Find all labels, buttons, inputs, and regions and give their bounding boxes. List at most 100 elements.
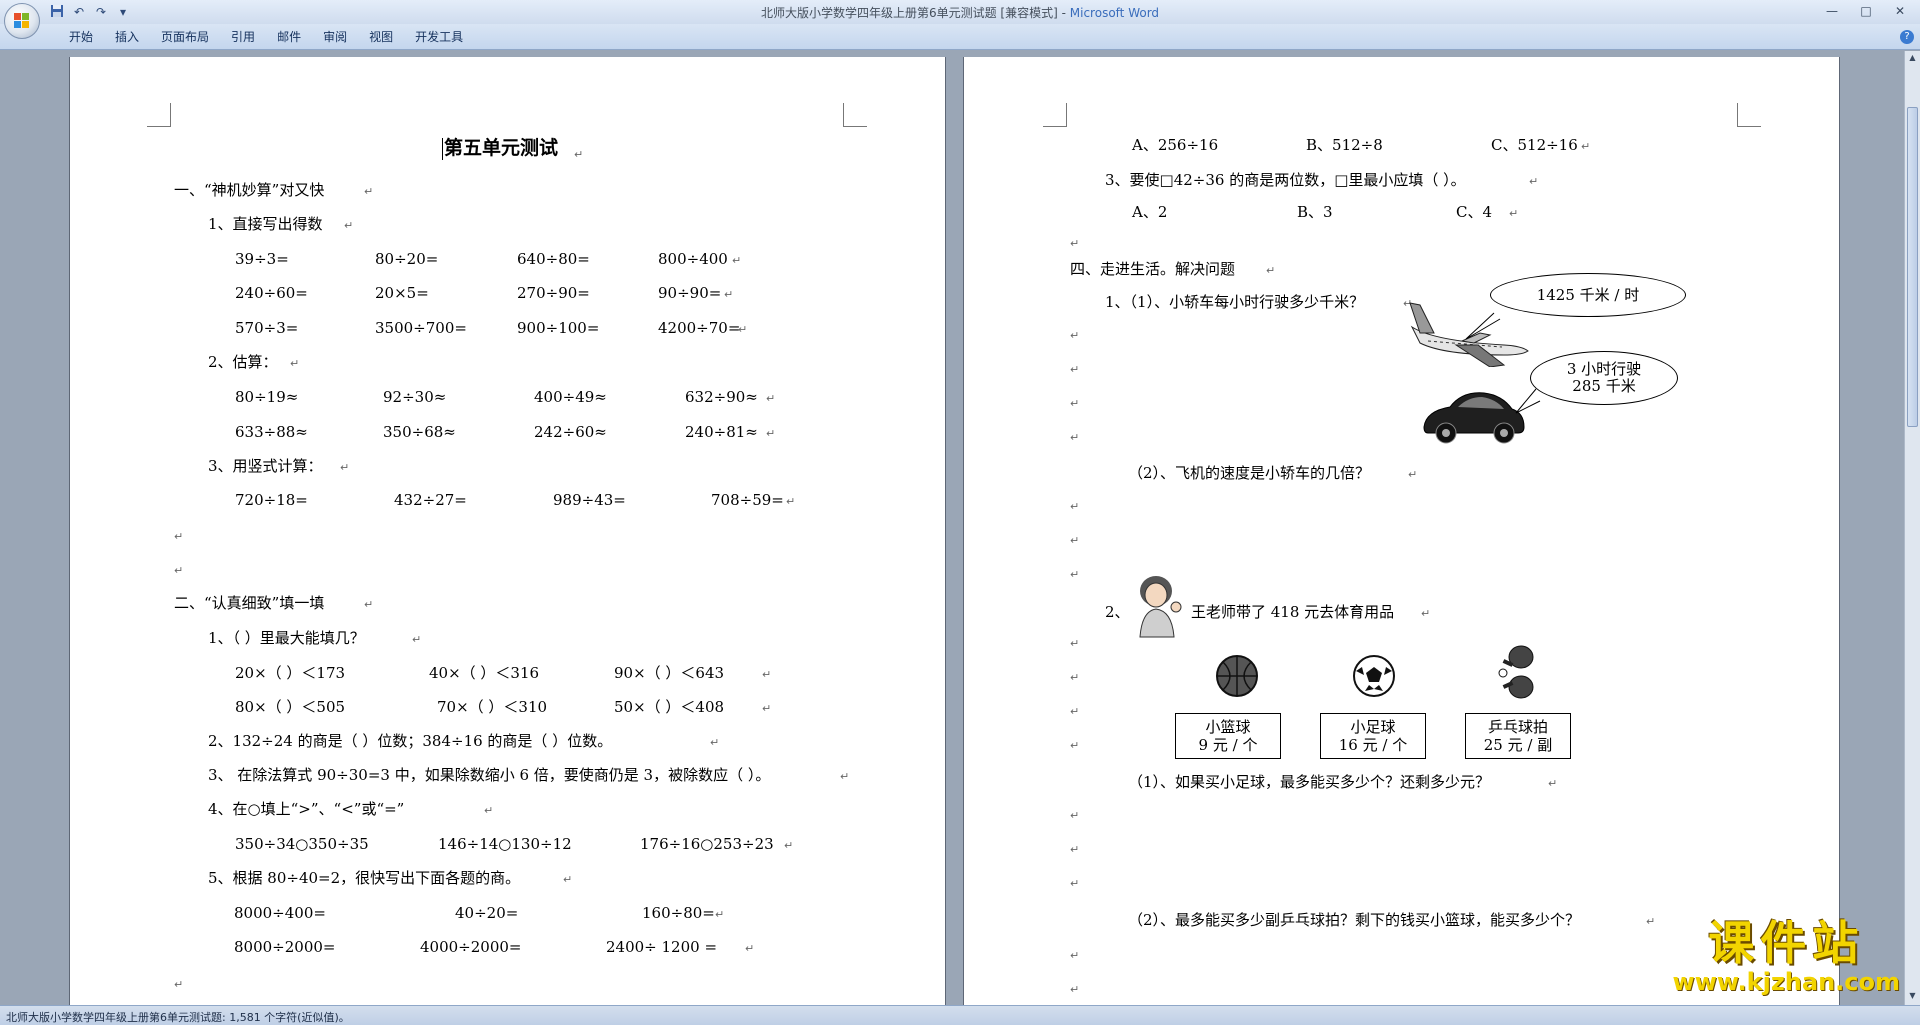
scroll-down-icon[interactable]: ▼ (1907, 991, 1918, 1003)
paragraph-mark: ↵ (1421, 607, 1431, 620)
q1-item: 900÷100= (517, 319, 600, 337)
s2q5-item: 40÷20= (455, 904, 519, 922)
watermark-url: www.kjzhan.com (1672, 968, 1900, 996)
s2q4-item: 176÷16○253÷23 (640, 835, 774, 853)
price-box: 乒乓球拍 25 元 / 副 (1465, 713, 1571, 759)
paragraph-mark: ↵ (784, 839, 794, 852)
title-bar: ↶ ↷ ▾ 北师大版小学数学四年级上册第6单元测试题 [兼容模式] - Micr… (0, 0, 1920, 24)
paragraph-mark: ↵ (1070, 329, 1080, 342)
s2q4-item: 146÷14○130÷12 (438, 835, 572, 853)
paragraph-mark: ↵ (710, 736, 720, 749)
s2q4-item: 350÷34○350÷35 (235, 835, 369, 853)
paragraph-mark: ↵ (412, 633, 422, 646)
tab-page-layout[interactable]: 页面布局 (150, 29, 220, 45)
q2-item: 92÷30≈ (383, 388, 447, 406)
window-title: 北师大版小学数学四年级上册第6单元测试题 [兼容模式] - Microsoft … (760, 6, 1160, 20)
paragraph-mark: ↵ (840, 770, 850, 783)
paragraph-mark: ↵ (563, 873, 573, 886)
basketball-icon (1216, 655, 1258, 697)
q3-item: 708÷59= (711, 491, 784, 509)
car-info-line-2: 285 千米 (1572, 377, 1636, 395)
problem-2-text: 王老师带了 418 元去体育用品 (1191, 603, 1395, 621)
status-bar: 北师大版小学数学四年级上册第6单元测试题: 1,581 个字符(近似值)。 (0, 1005, 1920, 1025)
q3-item: 989÷43= (553, 491, 626, 509)
paragraph-mark: ↵ (1070, 500, 1080, 513)
speech-bubble-car: 3 小时行驶 285 千米 (1530, 351, 1678, 405)
paragraph-mark: ↵ (1070, 363, 1080, 376)
close-icon[interactable]: ✕ (1888, 2, 1912, 20)
teacher-image (1139, 576, 1182, 638)
paragraph-mark: ↵ (340, 461, 350, 474)
page-right[interactable]: A、256÷16 B、512÷8 C、512÷16 ↵ 3、要使□42÷36 的… (963, 57, 1840, 1005)
tab-view[interactable]: 视图 (358, 29, 404, 45)
tab-developer[interactable]: 开发工具 (404, 29, 474, 45)
help-icon[interactable]: ? (1900, 30, 1914, 44)
paragraph-mark: ↵ (1548, 777, 1558, 790)
q3-item: 720÷18= (235, 491, 308, 509)
option-item: A、256÷16 (1132, 136, 1219, 154)
paragraph-mark: ↵ (1070, 809, 1080, 822)
crop-mark (843, 103, 867, 127)
scrollbar-thumb[interactable] (1907, 107, 1918, 427)
ribbon-tab-bar: 开始 插入 页面布局 引用 邮件 审阅 视图 开发工具 ? (0, 24, 1920, 50)
s2q4-text: 4、在○填上“>”、“<”或“=” (208, 800, 405, 818)
s2q5-item: 4000÷2000= (420, 938, 522, 956)
tab-review[interactable]: 审阅 (312, 29, 358, 45)
q2-item: 80÷19≈ (235, 388, 299, 406)
q1-item: 90÷90= (658, 284, 722, 302)
paragraph-mark: ↵ (715, 908, 725, 921)
tab-home[interactable]: 开始 (58, 29, 104, 45)
plane-speed-text: 1425 千米 / 时 (1536, 286, 1640, 304)
window-controls: — □ ✕ (1820, 2, 1912, 20)
paragraph-mark: ↵ (1070, 843, 1080, 856)
car-info-line-1: 3 小时行驶 (1566, 360, 1642, 378)
s2q5-text: 5、根据 80÷40=2，很快写出下面各题的商。 (208, 869, 521, 887)
item-price: 25 元 / 副 (1483, 736, 1553, 754)
price-box: 小篮球 9 元 / 个 (1175, 713, 1281, 759)
section-1-heading: 一、“神机妙算”对又快 (174, 181, 325, 199)
paragraph-mark: ↵ (1070, 397, 1080, 410)
scroll-up-icon[interactable]: ▲ (1907, 53, 1918, 65)
paragraph-mark: ↵ (1070, 568, 1080, 581)
crop-mark (147, 103, 171, 127)
q2-item: 350÷68≈ (383, 423, 456, 441)
vertical-scrollbar[interactable]: ▲ ▼ (1904, 51, 1920, 1005)
s2q1-label: 1、（ ）里最大能填几？ (208, 629, 365, 647)
tab-insert[interactable]: 插入 (104, 29, 150, 45)
problem-2b: （2）、最多能买多少副乒乓球拍？剩下的钱买小篮球，能买多少个？ (1128, 911, 1581, 929)
paragraph-mark: ↵ (174, 978, 184, 991)
q1-item: 39÷3= (235, 250, 289, 268)
paragraph-mark: ↵ (1266, 264, 1276, 277)
paragraph-mark: ↵ (1070, 705, 1080, 718)
paragraph-mark: ↵ (1070, 949, 1080, 962)
tab-mailings[interactable]: 邮件 (266, 29, 312, 45)
paragraph-mark: ↵ (1070, 637, 1080, 650)
document-workspace[interactable]: 第五单元测试 ↵ 一、“神机妙算”对又快 ↵ 1、直接写出得数 ↵ 39÷3= … (0, 51, 1904, 1005)
paragraph-mark: ↵ (745, 942, 755, 955)
problem-1b: （2）、飞机的速度是小轿车的几倍？ (1128, 464, 1371, 482)
paragraph-mark: ↵ (174, 530, 184, 543)
paragraph-mark: ↵ (766, 427, 776, 440)
s2q1-item: 40×（ ）＜316 (429, 664, 540, 682)
s2q1-item: 70×（ ）＜310 (437, 698, 548, 716)
item-name: 小篮球 (1205, 718, 1251, 736)
q1-item: 4200÷70= (658, 319, 741, 337)
paragraph-mark: ↵ (574, 148, 584, 161)
tab-references[interactable]: 引用 (220, 29, 266, 45)
s2q5-item: 2400÷ 1200 = (606, 938, 718, 956)
q1-item: 240÷60= (235, 284, 308, 302)
s2q5-item: 8000÷2000= (234, 938, 336, 956)
paragraph-mark: ↵ (738, 323, 748, 336)
item-price: 16 元 / 个 (1338, 736, 1408, 754)
paragraph-mark: ↵ (762, 702, 772, 715)
page-left[interactable]: 第五单元测试 ↵ 一、“神机妙算”对又快 ↵ 1、直接写出得数 ↵ 39÷3= … (69, 57, 946, 1005)
maximize-icon[interactable]: □ (1854, 2, 1878, 20)
paragraph-mark: ↵ (1070, 671, 1080, 684)
paragraph-mark: ↵ (344, 219, 354, 232)
office-button[interactable] (4, 3, 40, 39)
bubble-tail (1515, 388, 1541, 414)
minimize-icon[interactable]: — (1820, 2, 1844, 20)
s2q2-text: 2、132÷24 的商是（ ）位数；384÷16 的商是（ ）位数。 (208, 732, 613, 750)
q3-text: 3、要使□42÷36 的商是两位数，□里最小应填（ ）。 (1105, 171, 1466, 189)
site-watermark: 课件站 www.kjzhan.com (1673, 917, 1900, 995)
